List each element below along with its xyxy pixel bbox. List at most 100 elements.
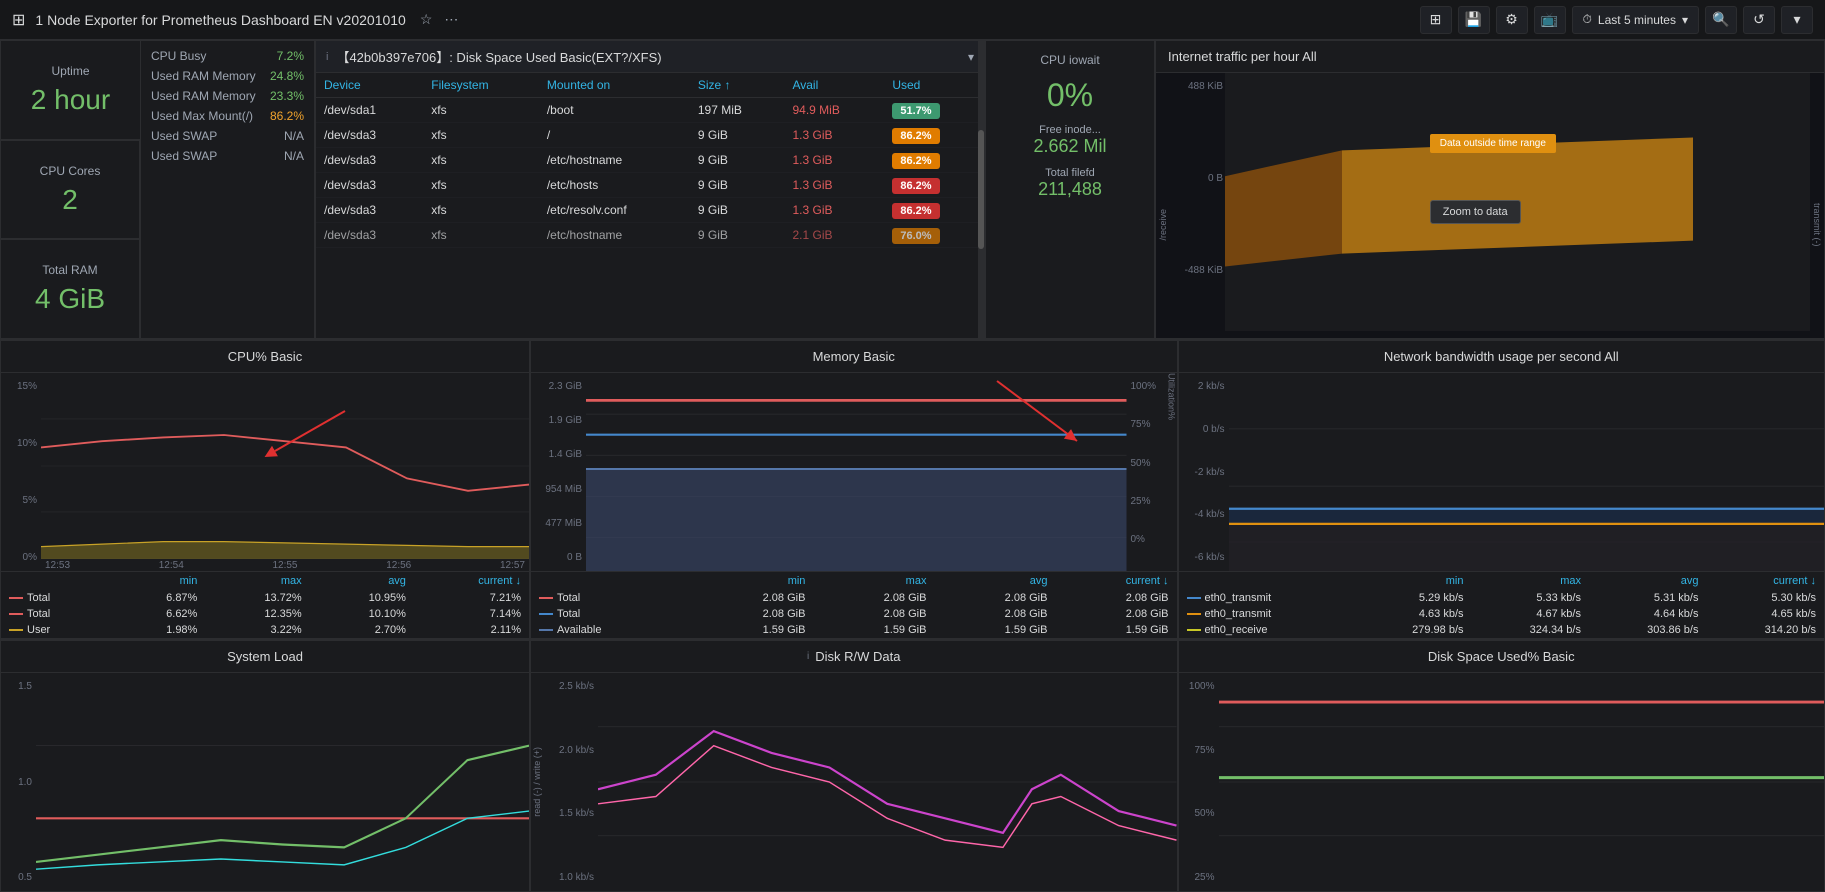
memory-legend-table: min max avg current ↓ Total 2.08 GiB2.08… — [531, 572, 1177, 638]
col-mounted[interactable]: Mounted on — [539, 73, 690, 98]
mount-cell: /boot — [539, 98, 690, 123]
list-item: User 1.98%3.22%2.70%2.11% — [1, 622, 529, 638]
utilization-label: Utilization% — [1167, 373, 1177, 571]
table-row: /dev/sda3xfs/etc/hostname9 GiB 2.1 GiB 7… — [316, 223, 984, 248]
list-item: eth0_receive 279.98 b/s324.34 b/s303.86 … — [1179, 622, 1825, 638]
cpu-busy-row-3: Used RAM Memory 23.3% — [151, 89, 304, 103]
used-ram-label-2: Used RAM Memory — [151, 89, 256, 103]
legend-col-max[interactable]: max — [205, 572, 309, 590]
table-row: /dev/sda3xfs/etc/resolv.conf9 GiB 1.3 Gi… — [316, 198, 984, 223]
total-filefd-section: Total filefd 211,488 — [1038, 167, 1102, 200]
table-row: /dev/sda3xfs/etc/hostname9 GiB 1.3 GiB 8… — [316, 148, 984, 173]
y-label-0b: 0 B — [1208, 173, 1223, 184]
legend-col-min[interactable]: min — [113, 572, 205, 590]
col-avail[interactable]: Avail — [784, 73, 884, 98]
table-row: /dev/sda1 xfs /boot 197 MiB 94.9 MiB 51.… — [316, 98, 984, 123]
internet-panel-title: Internet traffic per hour All — [1168, 49, 1317, 64]
network-chart-panel: Network bandwidth usage per second All 2… — [1178, 340, 1825, 639]
dropdown-icon[interactable]: ▾ — [968, 50, 974, 64]
clock-icon: ⏱ — [1583, 12, 1592, 27]
internet-panel-header: Internet traffic per hour All — [1156, 41, 1824, 73]
system-load-title: System Load — [1, 641, 529, 673]
disk-rw-panel: i Disk R/W Data read (-) / write (+) 2.5… — [530, 640, 1178, 892]
dashboard-title: 1 Node Exporter for Prometheus Dashboard… — [35, 12, 405, 28]
network-legend-table: min max avg current ↓ eth0_transmit 5.29… — [1179, 572, 1825, 638]
free-inode-section: Free inode... 2.662 Mil — [1033, 124, 1106, 157]
refresh-button[interactable]: ↺ — [1743, 6, 1775, 34]
cpu-busy-row-4: Used Max Mount(/) 86.2% — [151, 109, 304, 123]
cpu-cores-panel: CPU Cores 2 — [0, 140, 140, 240]
search-button[interactable]: 🔍 — [1705, 6, 1737, 34]
y-label-neg488kib: -488 KiB — [1185, 265, 1223, 276]
cpu-busy-row-2: Used RAM Memory 24.8% — [151, 69, 304, 83]
cpu-chart-title: CPU% Basic — [1, 341, 529, 373]
used-ram-value-1: 24.8% — [270, 69, 304, 83]
iowait-value: 0% — [1047, 77, 1093, 114]
col-used[interactable]: Used — [884, 73, 984, 98]
bottom-row: System Load 1.51.00.5 — [0, 640, 1825, 892]
cpu-cores-label: CPU Cores — [40, 164, 101, 178]
star-icon[interactable]: ☆ — [420, 11, 433, 28]
used-mount-label: Used Max Mount(/) — [151, 109, 253, 123]
zoom-to-data-button[interactable]: Zoom to data — [1430, 200, 1521, 224]
settings-button[interactable]: ⚙ — [1496, 6, 1528, 34]
cpu-cores-value: 2 — [62, 184, 78, 216]
legend-col-avg[interactable]: avg — [310, 572, 414, 590]
col-size[interactable]: Size ↑ — [690, 73, 785, 98]
total-ram-panel: Total RAM 4 GiB — [0, 239, 140, 339]
save-button[interactable]: 💾 — [1458, 6, 1490, 34]
col-device[interactable]: Device — [316, 73, 423, 98]
scrollbar[interactable] — [978, 41, 984, 338]
legend-col-current[interactable]: current ↓ — [414, 572, 529, 590]
used-ram-label-1: Used RAM Memory — [151, 69, 256, 83]
cpu-busy-row-1: CPU Busy 7.2% — [151, 49, 304, 63]
info-icon: i — [326, 51, 328, 63]
disk-rw-title: i Disk R/W Data — [531, 641, 1177, 673]
second-row: CPU% Basic 15%10%5%0% — [0, 340, 1825, 640]
cpu-legend-table: min max avg current ↓ Total 6.87%13.72%1… — [1, 572, 529, 638]
legend-col-name[interactable] — [1, 572, 113, 590]
table-row: /dev/sda3xfs/etc/hosts9 GiB 1.3 GiB 86.2… — [316, 173, 984, 198]
used-swap-value-1: N/A — [284, 129, 304, 143]
cpu-busy-row-6: Used SWAP N/A — [151, 149, 304, 163]
memory-chart-title: Memory Basic — [531, 341, 1177, 373]
disk-table: Device Filesystem Mounted on Size ↑ Avai… — [316, 73, 984, 248]
avail-cell: 94.9 MiB — [784, 98, 884, 123]
data-outside-badge: Data outside time range — [1430, 134, 1556, 153]
list-item: eth0_transmit 4.63 kb/s4.67 kb/s4.64 kb/… — [1179, 606, 1825, 622]
internet-panel: Internet traffic per hour All /receive 4… — [1155, 40, 1825, 339]
cpu-busy-row-5: Used SWAP N/A — [151, 129, 304, 143]
transmit-label: transmit (-) — [1812, 203, 1822, 247]
cpu-busy-value: 7.2% — [277, 49, 304, 63]
cpu-busy-label: CPU Busy — [151, 49, 206, 63]
list-item: eth0_transmit 5.29 kb/s5.33 kb/s5.31 kb/… — [1179, 590, 1825, 606]
system-load-panel: System Load 1.51.00.5 — [0, 640, 530, 892]
add-panel-button[interactable]: ⊞ — [1420, 6, 1452, 34]
chevron-down-icon: ▾ — [1682, 13, 1688, 27]
topbar: ⊞ 1 Node Exporter for Prometheus Dashboa… — [0, 0, 1825, 40]
device-cell: /dev/sda1 — [316, 98, 423, 123]
table-row: /dev/sda3xfs/9 GiB 1.3 GiB 86.2% — [316, 123, 984, 148]
more-button[interactable]: ▾ — [1781, 6, 1813, 34]
disk-space-panel: Disk Space Used% Basic 100%75%50%25% — [1178, 640, 1825, 892]
list-item: Total 2.08 GiB2.08 GiB2.08 GiB2.08 GiB — [531, 606, 1177, 622]
size-cell: 197 MiB — [690, 98, 785, 123]
used-swap-label-2: Used SWAP — [151, 149, 217, 163]
grid-icon: ⊞ — [12, 10, 25, 30]
left-stats: Uptime 2 hour CPU Cores 2 Total RAM 4 Gi… — [0, 40, 140, 339]
time-range-button[interactable]: ⏱ Last 5 minutes ▾ — [1572, 6, 1699, 34]
disk-rw-info-icon: i — [807, 651, 809, 662]
used-mount-value: 86.2% — [270, 109, 304, 123]
tv-button[interactable]: 📺 — [1534, 6, 1566, 34]
share-icon[interactable]: ⋯ — [444, 11, 458, 28]
total-ram-value: 4 GiB — [35, 283, 105, 315]
iowait-title: CPU iowait — [1040, 53, 1099, 67]
top-row: Uptime 2 hour CPU Cores 2 Total RAM 4 Gi… — [0, 40, 1825, 340]
network-chart-title: Network bandwidth usage per second All — [1179, 341, 1825, 373]
uptime-panel: Uptime 2 hour — [0, 40, 140, 140]
time-range-label: Last 5 minutes — [1598, 13, 1676, 27]
col-filesystem[interactable]: Filesystem — [423, 73, 539, 98]
cpu-chart-panel: CPU% Basic 15%10%5%0% — [0, 340, 530, 639]
rw-side-label: read (-) / write (+) — [532, 747, 542, 817]
uptime-value: 2 hour — [31, 84, 110, 116]
